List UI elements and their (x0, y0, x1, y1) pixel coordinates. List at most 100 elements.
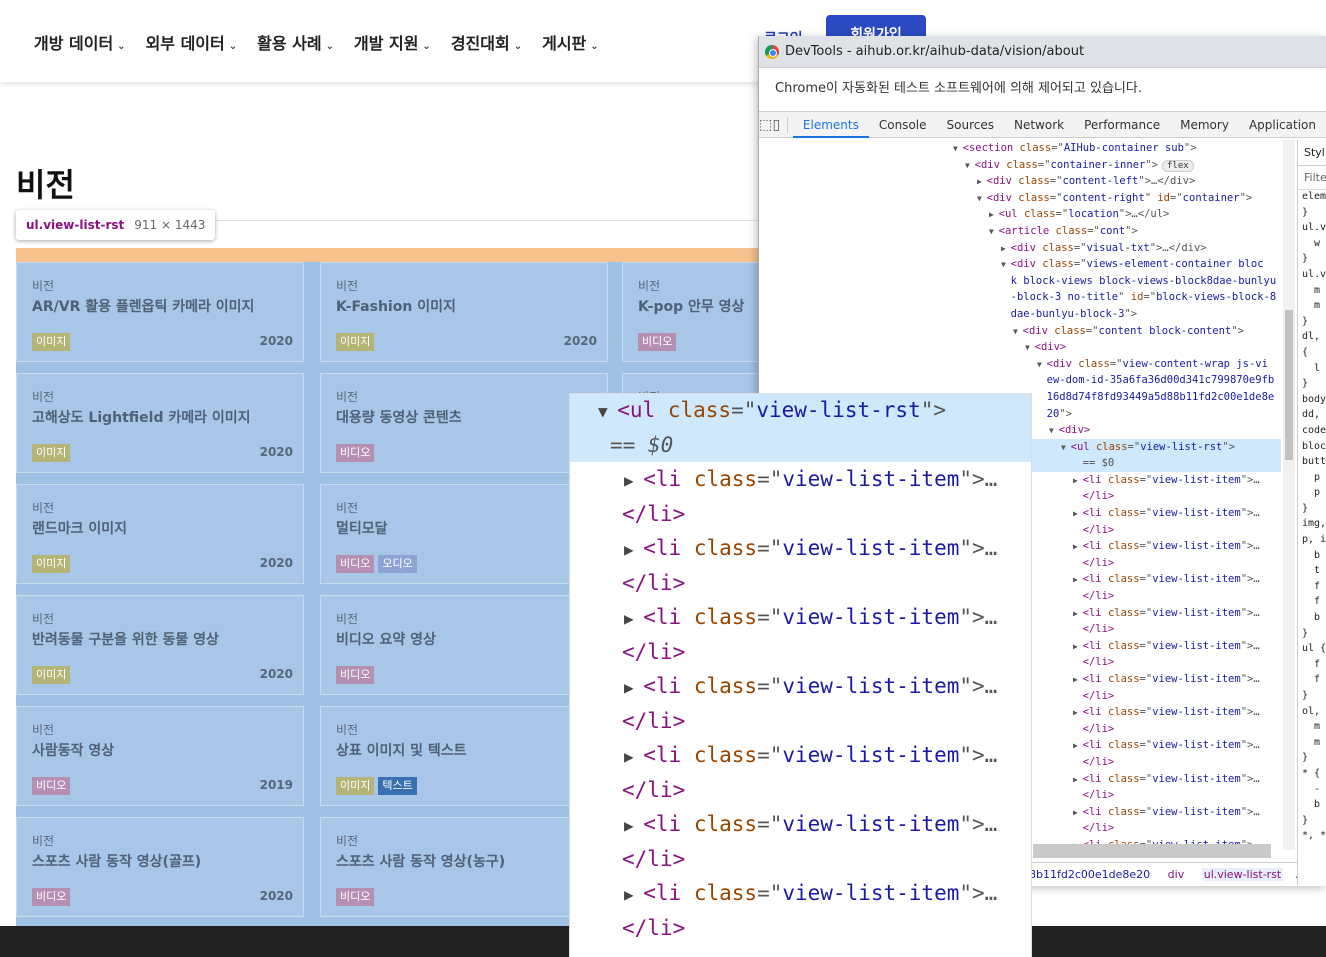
code-token: =" (1127, 440, 1141, 453)
expand-right-icon[interactable]: ▶ (1001, 244, 1011, 253)
dataset-card[interactable]: 비전 대용량 동영상 콘텐츠 비디오 (320, 373, 608, 473)
code-token: <div (986, 175, 1019, 188)
nav-contest[interactable]: 경진대회 ⌄ (451, 30, 522, 54)
dom-node-line[interactable]: k block-views block-views-block8dae-bunl… (759, 273, 1281, 290)
nav-use-cases[interactable]: 활용 사례 ⌄ (257, 30, 334, 54)
code-token: ">…</div> (1138, 175, 1196, 188)
dataset-card[interactable]: 비전 AR/VR 활용 플렌옵틱 카메라 이미지 이미지 2020 (16, 262, 304, 362)
code-token: <li (643, 605, 694, 629)
dom-node-line[interactable]: dae-bunlyu-block-3"> (759, 306, 1281, 323)
dataset-card[interactable]: 비전 반려동물 구분을 위한 동물 영상 이미지 2020 (16, 595, 304, 695)
dom-tree-scrollbar[interactable] (1283, 140, 1295, 850)
expand-right-icon[interactable]: ▶ (1073, 509, 1083, 518)
breadcrumb-item-active[interactable]: ul.view-list-rst (1201, 868, 1284, 881)
dom-node-line[interactable]: ▶ <div class="visual-txt">…</div> (759, 240, 1281, 257)
dataset-card[interactable]: 비전 스포츠 사람 동작 영상(농구) 비디오 (320, 817, 608, 917)
dom-node-line[interactable]: ▼ <section class="AIHub-container sub"> (759, 140, 1281, 157)
code-token: "> (1124, 307, 1138, 320)
code-token: =" (1087, 224, 1100, 237)
device-toolbar-icon[interactable]: ▯ (772, 117, 781, 133)
nav-board[interactable]: 게시판 ⌄ (542, 30, 599, 54)
flex-badge[interactable]: flex (1162, 159, 1194, 172)
dataset-card[interactable]: 비전 랜드마크 이미지 이미지 2020 (16, 484, 304, 584)
breadcrumb-item[interactable]: 8b11fd2c00e1de8e20 (1029, 868, 1150, 881)
zoomed-code-line: ▶ <li class="view-list-item">… (624, 812, 997, 836)
nav-open-data[interactable]: 개방 데이터 ⌄ (34, 30, 126, 54)
style-rule-line: } (1302, 690, 1309, 701)
expand-down-icon[interactable]: ▼ (1025, 343, 1035, 352)
expand-right-icon[interactable]: ▶ (1073, 708, 1083, 717)
expand-right-icon: ▶ (624, 747, 644, 766)
tab-sources[interactable]: Sources (937, 112, 1004, 138)
dataset-card[interactable]: 비전 고해상도 Lightfield 카메라 이미지 이미지 2020 (16, 373, 304, 473)
code-token: cont (1099, 224, 1126, 237)
tab-elements[interactable]: Elements (792, 112, 869, 138)
expand-right-icon[interactable]: ▶ (1073, 642, 1083, 651)
type-badge: 이미지 (32, 333, 71, 351)
dom-node-line[interactable]: ▶ <ul class="location">…</ul> (759, 206, 1281, 223)
code-token: class (1019, 142, 1052, 154)
expand-down-icon[interactable]: ▼ (989, 227, 999, 236)
code-token: class (693, 674, 758, 698)
tab-memory[interactable]: Memory (1170, 112, 1239, 138)
expand-down-icon[interactable]: ▼ (965, 161, 975, 170)
expand-down-icon[interactable]: ▼ (1001, 260, 1011, 269)
dataset-card[interactable]: 비전 멀티모달 비디오 오디오 (320, 484, 608, 584)
expand-right-icon[interactable]: ▶ (1073, 609, 1083, 618)
horizontal-scrollbar[interactable] (1033, 844, 1271, 858)
dom-node-line[interactable]: ew-dom-id-35a6fa36d00d341c799870e9fb (759, 372, 1281, 389)
dataset-card[interactable]: 비전 K-pop 안무 영상 비디오 (622, 262, 776, 362)
expand-down-icon[interactable]: ▼ (977, 194, 987, 203)
expand-right-icon[interactable]: ▶ (1073, 476, 1083, 485)
dom-node-line[interactable]: ▼ <div class="content-right" id="contain… (759, 190, 1281, 207)
dom-node-line[interactable]: ▶ <div class="content-left">…</div> (759, 173, 1281, 190)
zoomed-code-line: ▶ <li class="view-list-item">… (624, 743, 997, 767)
dataset-card[interactable]: 비전 사람동작 영상 비디오 2019 (16, 706, 304, 806)
expand-down-icon[interactable]: ▼ (1013, 327, 1023, 336)
elements-breadcrumb: 8b11fd2c00e1de8e20 div ul.view-list-rst … (1029, 862, 1297, 886)
dataset-card[interactable]: 비전 상표 이미지 및 텍스트 이미지 텍스트 (320, 706, 608, 806)
dom-node-line[interactable]: -block-3 no-title" id="block-views-block… (759, 289, 1281, 306)
scrollbar-thumb[interactable] (1285, 310, 1293, 460)
dom-node-line[interactable]: ▼ <div class="container-inner"> flex (759, 157, 1281, 174)
expand-right-icon[interactable]: ▶ (1073, 808, 1083, 817)
expand-right-icon[interactable]: ▶ (1073, 741, 1083, 750)
style-rule-line: } (1302, 627, 1309, 639)
styles-pane[interactable]: Styl Filte elem} ul.v w} ul.v m m} dl, { l} b… (1297, 140, 1326, 886)
expand-right-icon[interactable]: ▶ (977, 177, 987, 186)
breadcrumb-more[interactable]: … (1295, 868, 1297, 881)
tab-performance[interactable]: Performance (1074, 112, 1170, 138)
dataset-card[interactable]: 비전 비디오 요약 영상 비디오 (320, 595, 608, 695)
code-token: ew-dom-id-35a6fa36d00d341c799870e9fb (1046, 374, 1275, 387)
expand-right-icon[interactable]: ▶ (1073, 675, 1083, 684)
dom-node-line[interactable]: ▼ <div class="content block-content"> (759, 323, 1281, 340)
inspect-element-icon[interactable]: ⬚ (759, 117, 772, 133)
tab-console[interactable]: Console (869, 112, 937, 138)
expand-right-icon[interactable]: ▶ (1073, 575, 1083, 584)
style-rule-line: code (1302, 424, 1326, 436)
expand-down-icon[interactable]: ▼ (953, 144, 963, 153)
dom-node-line[interactable]: ▼ <article class="cont"> (759, 223, 1281, 240)
nav-external-data[interactable]: 외부 데이터 ⌄ (146, 30, 238, 54)
styles-filter-input[interactable]: Filte (1298, 166, 1326, 190)
dataset-card[interactable]: 비전 K-Fashion 이미지 이미지 2020 (320, 262, 608, 362)
breadcrumb-item[interactable]: div (1168, 868, 1185, 881)
dom-node-line[interactable]: ▼ <div> (759, 339, 1281, 356)
tab-styles[interactable]: Styl (1298, 140, 1326, 166)
expand-right-icon[interactable]: ▶ (1073, 542, 1083, 551)
dom-node-line[interactable]: ▼ <div class="view-content-wrap js-vi (759, 356, 1281, 373)
dataset-card[interactable]: 비전 스포츠 사람 동작 영상(골프) 비디오 2020 (16, 817, 304, 917)
expand-down-icon[interactable]: ▼ (1061, 443, 1071, 452)
expand-down-icon[interactable]: ▼ (1037, 360, 1047, 369)
expand-down-icon[interactable]: ▼ (1049, 426, 1059, 435)
dom-node-line[interactable]: ▼ <div class="views-element-container bl… (759, 256, 1281, 273)
tab-network[interactable]: Network (1004, 112, 1074, 138)
tab-application[interactable]: Application (1239, 112, 1326, 138)
code-token: class (1107, 739, 1140, 752)
nav-dev-support[interactable]: 개발 지원 ⌄ (354, 30, 431, 54)
expand-right-icon[interactable]: ▶ (1073, 775, 1083, 784)
expand-right-icon[interactable]: ▶ (989, 210, 999, 219)
